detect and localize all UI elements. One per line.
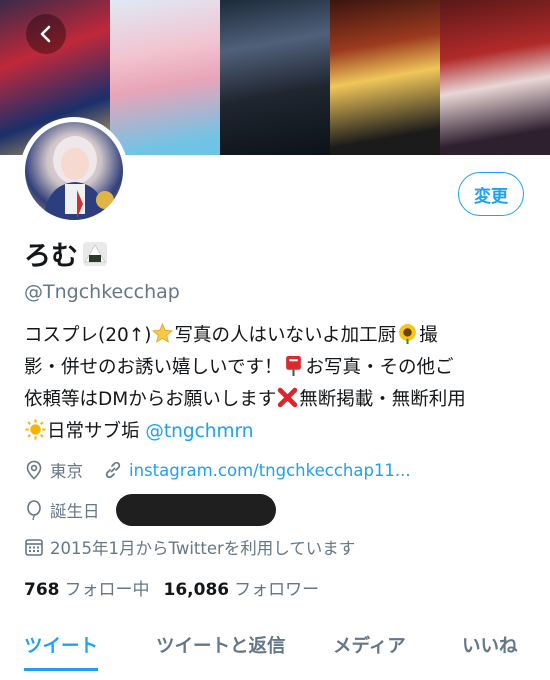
bio-text: お写真・その他ご bbox=[305, 357, 454, 378]
display-name-text: ろむ bbox=[24, 241, 78, 272]
sun-icon bbox=[25, 419, 46, 440]
bio-text: 依頼等はDMからお願いします bbox=[24, 389, 277, 410]
birthday-label: 誕生日 bbox=[50, 502, 100, 521]
chevron-left-icon bbox=[40, 25, 51, 43]
bio-line-2: 影・併せのお誘い嬉しいです！ お写真・その他ご bbox=[24, 352, 534, 384]
bio-text: 写真の人はいないよ加工厨 bbox=[174, 325, 397, 346]
bio-text: コスプレ(20↑) bbox=[24, 325, 152, 346]
meta-joined: 2015年1月からTwitterを利用しています bbox=[24, 535, 355, 559]
website-link[interactable]: instagram.com/tngchkecchap11... bbox=[129, 461, 411, 480]
profile-bio: コスプレ(20↑) 写真の人はいないよ加工厨 撮 影・併せのお誘い嬉しいです！ お写真… bbox=[24, 320, 534, 448]
edit-profile-button[interactable]: 変更 bbox=[458, 172, 524, 216]
meta-location-website: 東京 instagram.com/tngchkecchap11... bbox=[24, 458, 411, 482]
followers-count: 16,086 bbox=[163, 580, 230, 600]
bio-mention-link[interactable]: @tngchmrn bbox=[145, 421, 253, 442]
calendar-icon bbox=[25, 539, 43, 556]
bio-text: 無断掲載・無断利用 bbox=[299, 389, 466, 410]
bio-line-1: コスプレ(20↑) 写真の人はいないよ加工厨 撮 bbox=[24, 320, 534, 352]
tab-tweets-and-replies[interactable]: ツイートと返信 bbox=[156, 620, 286, 658]
following-stat[interactable]: 768 フォロー中 bbox=[24, 575, 150, 600]
postbox-icon bbox=[286, 356, 302, 376]
avatar[interactable] bbox=[20, 117, 128, 225]
tab-media[interactable]: メディア bbox=[333, 620, 406, 658]
bio-line-3: 依頼等はDMからお願いします 無断掲載・無断利用 bbox=[24, 384, 534, 416]
balloon-icon bbox=[27, 500, 41, 520]
banner-photo-4 bbox=[330, 0, 440, 155]
following-count: 768 bbox=[24, 580, 60, 600]
profile-tabs: ツイート ツイートと返信 メディア いいね bbox=[0, 620, 550, 680]
redacted-birthday bbox=[115, 494, 276, 526]
tab-tweets[interactable]: ツイート bbox=[24, 620, 99, 671]
rice-ball-icon bbox=[83, 241, 107, 266]
followers-stat[interactable]: 16,086 フォロワー bbox=[164, 575, 320, 600]
joined-date: 2015年1月からTwitterを利用しています bbox=[50, 539, 356, 558]
bio-text: 撮 bbox=[419, 325, 438, 346]
display-name: ろむ bbox=[24, 234, 108, 273]
follow-stats: 768 フォロー中 16,086 フォロワー bbox=[24, 575, 319, 600]
handle: @Tngchkecchap bbox=[24, 281, 180, 303]
sunflower-icon bbox=[399, 324, 417, 344]
bio-line-4: 日常サブ垢 @tngchmrn bbox=[24, 416, 534, 448]
back-button[interactable] bbox=[26, 14, 66, 54]
tab-likes[interactable]: いいね bbox=[462, 620, 518, 658]
avatar-photo bbox=[43, 136, 114, 220]
bio-text: 影・併せのお誘い嬉しいです！ bbox=[24, 357, 283, 378]
banner-photo-2 bbox=[110, 0, 220, 155]
star-icon bbox=[152, 323, 174, 343]
bio-text: 日常サブ垢 bbox=[47, 421, 146, 442]
banner-photo-3 bbox=[220, 0, 330, 155]
followers-label: フォロワー bbox=[234, 580, 320, 600]
link-icon bbox=[105, 461, 121, 479]
following-label: フォロー中 bbox=[64, 580, 150, 600]
meta-birthday: 誕生日 bbox=[24, 494, 276, 526]
cross-mark-icon bbox=[278, 387, 298, 408]
location-text: 東京 bbox=[50, 462, 83, 481]
location-icon bbox=[26, 460, 42, 480]
banner-photo-5 bbox=[440, 0, 550, 155]
